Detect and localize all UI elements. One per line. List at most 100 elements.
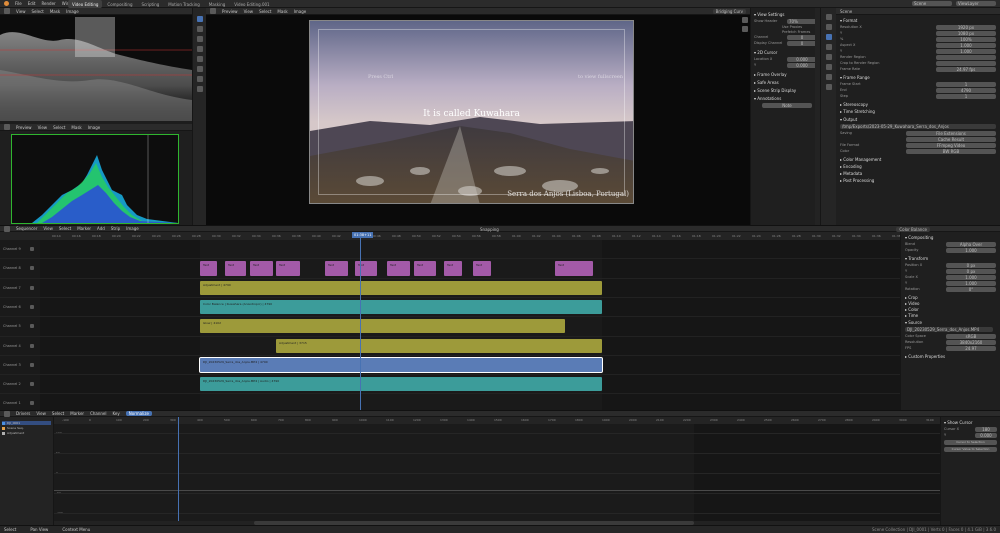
section-2d-cursor[interactable]: ▾ 2D Cursor bbox=[754, 50, 817, 55]
channel-mute-icon[interactable] bbox=[30, 362, 34, 367]
property-field[interactable]: 24.97 fps bbox=[936, 67, 996, 72]
channel-mute-icon[interactable] bbox=[30, 343, 34, 348]
editor-type-icon[interactable] bbox=[4, 225, 10, 232]
scene-selector[interactable]: Scene bbox=[912, 1, 952, 6]
graph-channel-row[interactable]: Adjustment bbox=[2, 431, 51, 435]
graph-channel-row[interactable]: Scene Seq. bbox=[2, 426, 51, 430]
playhead[interactable] bbox=[360, 232, 361, 410]
menu-mask[interactable]: Mask bbox=[277, 9, 287, 14]
menu-view[interactable]: View bbox=[244, 9, 254, 14]
graph-ruler[interactable]: -100 0 100 200 300 400 500 600 700 800 900 1000 1100… bbox=[54, 417, 940, 424]
property-field[interactable]: 3840x2160 bbox=[946, 340, 996, 345]
menu-view[interactable]: View bbox=[43, 226, 53, 231]
world-tab-icon[interactable] bbox=[825, 64, 832, 70]
channel-mute-icon[interactable] bbox=[30, 285, 34, 290]
encoding-panel-header[interactable]: ▸ Encoding bbox=[840, 164, 996, 169]
sequencer-strip[interactable]: Text bbox=[276, 261, 300, 276]
cursor-to-selection-button[interactable]: Cursor to Selection bbox=[944, 440, 997, 445]
normalize-toggle[interactable]: Normalize bbox=[125, 411, 152, 416]
cursor-y-field[interactable]: 0.000 bbox=[787, 63, 817, 68]
workspace-tab-masking[interactable]: Masking bbox=[205, 0, 230, 8]
property-field[interactable] bbox=[936, 61, 996, 66]
sequencer-strip[interactable]: Text bbox=[355, 261, 377, 276]
time-stretching-panel-header[interactable]: ▸ Time Stretching bbox=[840, 109, 996, 114]
property-field[interactable]: FFmpeg Video bbox=[906, 143, 996, 148]
channel-mute-icon[interactable] bbox=[30, 324, 34, 329]
menu-image[interactable]: Image bbox=[66, 9, 79, 14]
cursor-tool-icon[interactable] bbox=[196, 26, 203, 32]
channel-label[interactable]: Channel 1 bbox=[3, 401, 21, 405]
view-layer-selector[interactable]: ViewLayer bbox=[956, 1, 996, 6]
menu-file[interactable]: File bbox=[15, 1, 22, 6]
menu-image[interactable]: Image bbox=[88, 125, 101, 130]
sequencer-strip[interactable]: Text bbox=[387, 261, 410, 276]
menu-marker[interactable]: Marker bbox=[70, 411, 84, 416]
channel-label[interactable]: Channel 3 bbox=[3, 363, 21, 367]
section-view-settings[interactable]: ▾ View Settings bbox=[754, 12, 817, 17]
preview-label[interactable]: Preview bbox=[222, 9, 238, 14]
property-field[interactable]: 1.000 bbox=[946, 281, 996, 286]
channel-field[interactable]: 0 bbox=[787, 35, 817, 40]
channel-label[interactable]: Channel 9 bbox=[3, 247, 21, 251]
prefetch-frames-checkbox[interactable]: Prefetch Frames bbox=[754, 30, 817, 34]
sequencer-strip[interactable]: Glow | 4102 bbox=[200, 319, 565, 334]
workspace-tab-motion-tracking[interactable]: Motion Tracking bbox=[164, 0, 203, 8]
stereoscopy-panel-header[interactable]: ▸ Stereoscopy bbox=[840, 102, 996, 107]
sequencer-label[interactable]: Sequencer bbox=[16, 226, 37, 231]
property-field[interactable] bbox=[936, 55, 996, 60]
sequencer-strip[interactable]: Adjustment | 4790 bbox=[200, 280, 602, 295]
post-processing-panel-header[interactable]: ▸ Post Processing bbox=[840, 178, 996, 183]
workspace-tab-scripting[interactable]: Scripting bbox=[138, 0, 164, 8]
color-management-panel-header[interactable]: ▸ Color Management bbox=[840, 157, 996, 162]
display-channel-field[interactable]: 0 bbox=[787, 41, 817, 46]
property-field[interactable]: 1.000 bbox=[936, 43, 996, 48]
menu-select[interactable]: Select bbox=[59, 226, 71, 231]
property-field[interactable]: 1920 px bbox=[936, 25, 996, 30]
menu-marker[interactable]: Marker bbox=[77, 226, 91, 231]
channel-label[interactable]: Channel 6 bbox=[3, 305, 21, 309]
editor-type-icon[interactable] bbox=[4, 410, 10, 417]
property-field[interactable]: 1.000 bbox=[946, 248, 996, 253]
sequencer-strip[interactable]: DJI_20230529_Serra_dos_Anjos.MP4 | Audio… bbox=[200, 377, 602, 392]
sequencer-strip[interactable]: Text bbox=[325, 261, 348, 276]
property-field[interactable]: 1.000 bbox=[936, 49, 996, 54]
sequencer-strip[interactable]: Text bbox=[555, 261, 593, 276]
menu-render[interactable]: Render bbox=[41, 1, 55, 6]
timeline-ruler[interactable]: 00:14 00:16 00:18 00:20 00:22 00:24 00:26 00:28… bbox=[0, 232, 900, 240]
menu-select[interactable]: Select bbox=[53, 125, 65, 130]
sequencer-strip[interactable]: Text bbox=[250, 261, 273, 276]
property-field[interactable]: File Extensions bbox=[906, 131, 996, 136]
drivers-label[interactable]: Drivers bbox=[16, 411, 30, 416]
property-field[interactable]: 0 px bbox=[946, 263, 996, 268]
cursor-y-field[interactable]: 0.000 bbox=[975, 433, 997, 438]
section-color[interactable]: ▸ Color bbox=[905, 307, 996, 312]
fcurve-line[interactable] bbox=[54, 490, 940, 491]
property-field[interactable]: BW RGB bbox=[906, 149, 996, 154]
editor-type-icon[interactable] bbox=[210, 8, 216, 14]
property-field[interactable]: 1 bbox=[936, 94, 996, 99]
sequencer-strip[interactable]: Adjustment | 3715 bbox=[276, 338, 602, 353]
annotate-tool-icon[interactable] bbox=[196, 86, 203, 92]
cursor-x-field[interactable]: 0.000 bbox=[787, 57, 817, 62]
section-frame-overlay[interactable]: ▸ Frame Overlay bbox=[754, 72, 817, 77]
menu-strip[interactable]: Strip bbox=[111, 226, 120, 231]
annotation-note-button[interactable]: Note bbox=[762, 103, 812, 108]
graph-channel-row[interactable]: DJI_0001 bbox=[2, 421, 51, 425]
channel-label[interactable]: Channel 8 bbox=[3, 266, 21, 270]
move-tool-icon[interactable] bbox=[196, 36, 203, 42]
zoom-icon[interactable] bbox=[742, 17, 748, 23]
channel-label[interactable]: Channel 2 bbox=[3, 382, 21, 386]
section-video[interactable]: ▸ Video bbox=[905, 301, 996, 306]
transform-tool-icon[interactable] bbox=[196, 66, 203, 72]
workspace-tab-video-editing[interactable]: Video Editing bbox=[68, 0, 103, 8]
metadata-panel-header[interactable]: ▸ Metadata bbox=[840, 171, 996, 176]
section-crop[interactable]: ▸ Crop bbox=[905, 295, 996, 300]
output-panel-header[interactable]: ▾ Output bbox=[840, 117, 996, 122]
sequencer-strip[interactable]: Color Balance | Kuwahara (Anisotropic) |… bbox=[200, 299, 602, 315]
output-path-field[interactable]: /tmp/Exports/2023-05-29_Kuwahara_Serra_d… bbox=[840, 124, 996, 129]
pivot-dropdown[interactable]: Bridging Curv bbox=[712, 9, 746, 14]
tool-tab-icon[interactable] bbox=[825, 14, 832, 20]
property-field[interactable]: sRGB bbox=[946, 334, 996, 339]
section-annotations[interactable]: ▾ Annotations bbox=[754, 96, 817, 101]
source-filepath-field[interactable]: DJI_20230529_Serra_dos_Anjos.MP4 bbox=[905, 327, 993, 332]
